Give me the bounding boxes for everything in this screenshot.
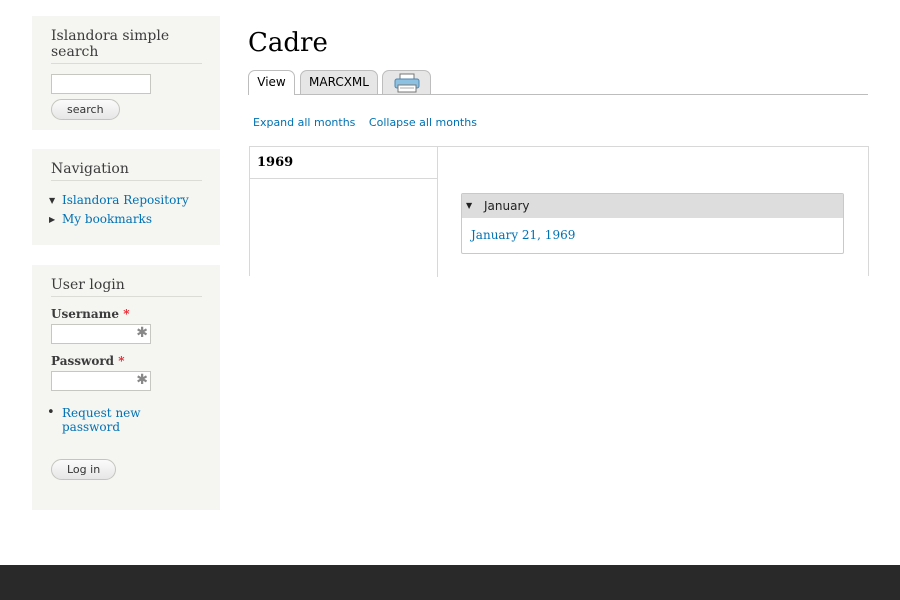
year-heading[interactable]: 1969 [250, 147, 438, 179]
password-field[interactable]: ✱ [51, 371, 151, 391]
password-label: Password * [51, 354, 125, 368]
required-asterisk-icon: ✱ [136, 372, 148, 388]
user-login-block: User login Username * ✱ Password * ✱ • R… [32, 265, 220, 510]
search-block: Islandora simple search search [32, 16, 220, 130]
print-icon [394, 73, 420, 101]
expand-all-months-link[interactable]: Expand all months [253, 116, 355, 129]
tab-print[interactable] [382, 70, 431, 94]
search-button[interactable]: search [51, 99, 120, 120]
login-button[interactable]: Log in [51, 459, 117, 480]
nav-item-islandora-repository[interactable]: ▼ Islandora Repository [49, 191, 202, 210]
month-label: January [484, 199, 530, 213]
bullet-icon: • [47, 405, 55, 420]
required-marker: * [118, 354, 125, 368]
user-login-title: User login [51, 277, 202, 297]
nav-link[interactable]: My bookmarks [62, 212, 152, 226]
request-new-password-link[interactable]: Request new password [62, 406, 141, 434]
expanded-arrow-icon: ▼ [49, 196, 56, 205]
month-toggle-links: Expand all months Collapse all months [253, 116, 487, 129]
required-asterisk-icon: ✱ [136, 325, 148, 341]
search-input[interactable] [51, 74, 151, 94]
required-marker: * [123, 307, 130, 321]
date-link[interactable]: January 21, 1969 [471, 228, 575, 242]
tab-marcxml[interactable]: MARCXML [300, 70, 378, 94]
page-title: Cadre [248, 28, 328, 58]
nav-item-my-bookmarks[interactable]: ▶ My bookmarks [49, 210, 202, 229]
month-panel: ▼ January January 21, 1969 [461, 193, 844, 254]
username-field[interactable]: ✱ [51, 324, 151, 344]
collapse-all-months-link[interactable]: Collapse all months [369, 116, 477, 129]
request-password-item: • Request new password [47, 405, 202, 434]
nav-link[interactable]: Islandora Repository [62, 193, 189, 207]
tabs-bar: View MARCXML [248, 70, 868, 95]
year-content: ▼ January January 21, 1969 [437, 179, 870, 277]
collapse-caret-icon: ▼ [466, 201, 473, 210]
navigation-block: Navigation ▼ Islandora Repository ▶ My b… [32, 149, 220, 245]
navigation-title: Navigation [51, 161, 202, 181]
collapsed-arrow-icon: ▶ [49, 215, 56, 224]
year-section: 1969 ▼ January January 21, 1969 [249, 146, 870, 277]
tab-view[interactable]: View [248, 70, 295, 95]
footer [0, 565, 900, 600]
username-label: Username * [51, 307, 130, 321]
search-block-title: Islandora simple search [51, 28, 202, 64]
list-item: January 21, 1969 [462, 218, 843, 242]
navigation-menu: ▼ Islandora Repository ▶ My bookmarks [49, 191, 202, 229]
month-header[interactable]: ▼ January [462, 194, 843, 218]
